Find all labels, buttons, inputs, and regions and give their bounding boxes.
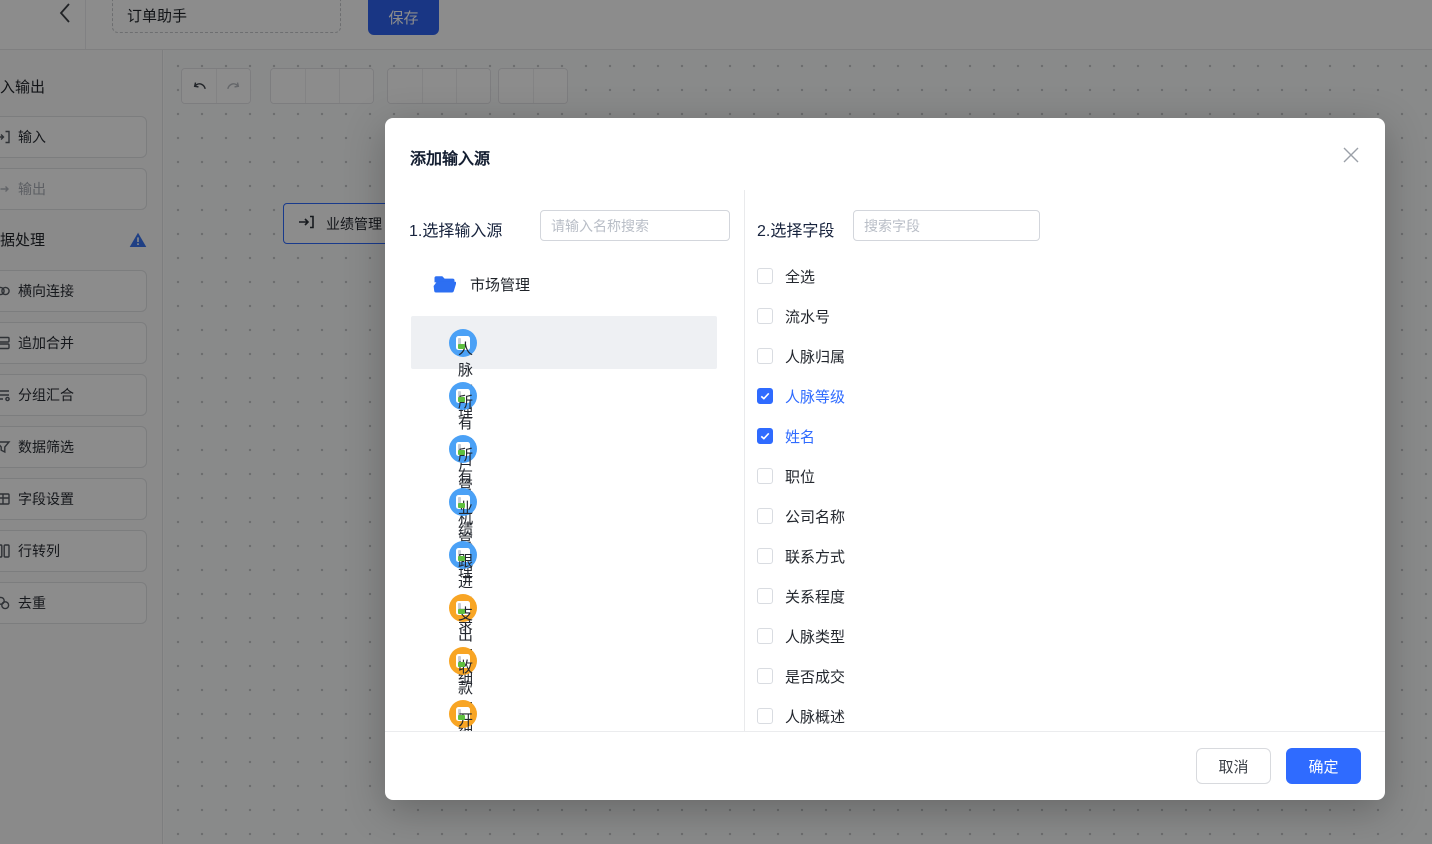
source-panel: 1.选择输入源 市场管理 人脉管理 所有客户管理 所有商机管理 业绩管理 跟进记…	[385, 190, 745, 731]
form-icon: 支出明细	[449, 593, 477, 686]
form-icon: 业绩管理	[449, 487, 477, 580]
cancel-button[interactable]: 取消	[1196, 748, 1271, 784]
source-step-label: 1.选择输入源	[409, 223, 503, 240]
field-label: 公司名称	[785, 508, 846, 526]
field-label: 人脉概述	[785, 708, 846, 726]
field-label: 联系方式	[785, 548, 846, 566]
field-list: 全选 流水号 人脉归属 人脉等级 姓名 职位 公司名称 联系方式 关系程度 人脉…	[757, 256, 1385, 731]
dialog-body: 1.选择输入源 市场管理 人脉管理 所有客户管理 所有商机管理 业绩管理 跟进记…	[385, 190, 1385, 731]
checkbox-icon[interactable]	[757, 388, 773, 404]
field-checkbox-item[interactable]: 全选	[757, 256, 1385, 296]
field-checkbox-item[interactable]: 联系方式	[757, 536, 1385, 576]
field-checkbox-item[interactable]: 公司名称	[757, 496, 1385, 536]
source-item[interactable]: 开票管理	[411, 687, 717, 731]
source-item[interactable]: 收款明细	[411, 634, 717, 731]
close-icon[interactable]	[1342, 146, 1360, 164]
source-search-input[interactable]	[540, 210, 730, 241]
field-panel: 2.选择字段 全选 流水号 人脉归属 人脉等级 姓名 职位 公司名称 联系方式 …	[745, 190, 1385, 731]
source-item[interactable]: 业绩管理	[411, 475, 717, 580]
checkbox-icon[interactable]	[757, 428, 773, 444]
field-label: 职位	[785, 468, 816, 486]
checkbox-icon[interactable]	[757, 468, 773, 484]
field-checkbox-item[interactable]: 职位	[757, 456, 1385, 496]
field-checkbox-item[interactable]: 是否成交	[757, 656, 1385, 696]
folder-item[interactable]: 市场管理	[433, 268, 530, 300]
dialog-title: 添加输入源	[410, 151, 491, 168]
field-step-label: 2.选择字段	[757, 223, 835, 240]
field-label: 人脉类型	[785, 628, 846, 646]
add-input-source-dialog: 添加输入源 1.选择输入源 市场管理 人脉管理 所有客户管理 所有商机管理 业绩…	[385, 118, 1385, 800]
field-checkbox-item[interactable]: 人脉归属	[757, 336, 1385, 376]
checkbox-icon[interactable]	[757, 668, 773, 684]
form-icon: 所有商机管理	[449, 434, 477, 569]
checkbox-icon[interactable]	[757, 508, 773, 524]
checkbox-icon[interactable]	[757, 548, 773, 564]
form-icon: 开票管理	[449, 699, 477, 729]
form-icon: 收款明细	[449, 646, 477, 731]
folder-name: 市场管理	[470, 276, 531, 294]
field-checkbox-item[interactable]: 流水号	[757, 296, 1385, 336]
field-search-input[interactable]	[853, 210, 1040, 241]
field-checkbox-item[interactable]: 关系程度	[757, 576, 1385, 616]
dialog-footer: 取消 确定	[385, 731, 1385, 800]
checkbox-icon[interactable]	[757, 588, 773, 604]
field-label: 全选	[785, 268, 816, 286]
field-label: 姓名	[785, 428, 816, 446]
field-checkbox-item[interactable]: 人脉等级	[757, 376, 1385, 416]
field-label: 人脉归属	[785, 348, 846, 366]
field-checkbox-item[interactable]: 人脉概述	[757, 696, 1385, 731]
field-label: 流水号	[785, 308, 831, 326]
source-item[interactable]: 人脉管理	[411, 316, 717, 421]
field-checkbox-item[interactable]: 姓名	[757, 416, 1385, 456]
checkbox-icon[interactable]	[757, 708, 773, 724]
field-label: 人脉等级	[785, 388, 846, 406]
form-icon: 人脉管理	[449, 328, 477, 421]
checkbox-icon[interactable]	[757, 348, 773, 364]
checkbox-icon[interactable]	[757, 268, 773, 284]
field-label: 关系程度	[785, 588, 846, 606]
form-icon: 跟进记录	[449, 540, 477, 633]
field-label: 是否成交	[785, 668, 846, 686]
source-list: 人脉管理 所有客户管理 所有商机管理 业绩管理 跟进记录 支出明细 收款明细 开…	[411, 316, 717, 731]
folder-icon	[433, 275, 456, 292]
ok-button[interactable]: 确定	[1286, 748, 1361, 784]
checkbox-icon[interactable]	[757, 308, 773, 324]
source-item[interactable]: 跟进记录	[411, 528, 717, 633]
source-item[interactable]: 所有商机管理	[411, 422, 717, 569]
form-icon: 所有客户管理	[449, 381, 477, 516]
field-checkbox-item[interactable]: 人脉类型	[757, 616, 1385, 656]
source-item[interactable]: 所有客户管理	[411, 369, 717, 516]
checkbox-icon[interactable]	[757, 628, 773, 644]
source-item[interactable]: 支出明细	[411, 581, 717, 686]
